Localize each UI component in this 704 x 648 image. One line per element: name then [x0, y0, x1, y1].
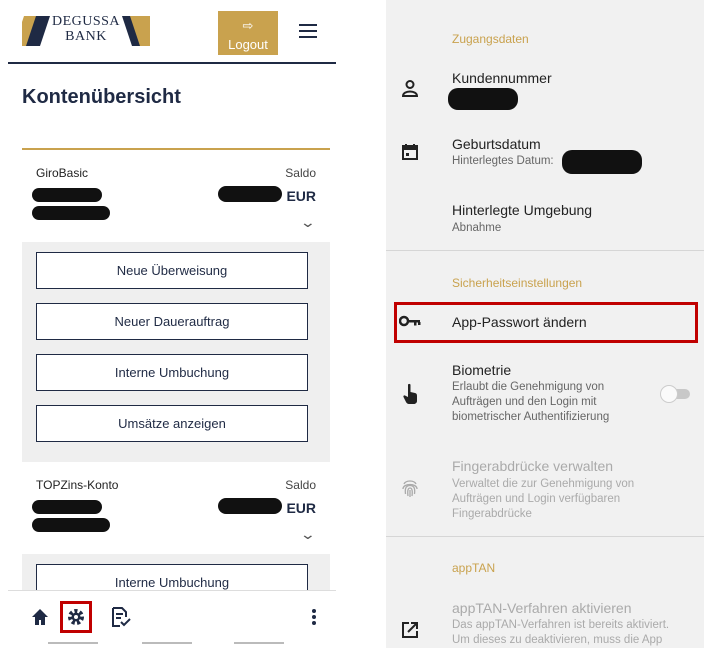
show-transactions-button[interactable]: Umsätze anzeigen [36, 405, 308, 442]
environment-label: Hinterlegte Umgebung [452, 202, 593, 218]
page-title: Kontenübersicht [22, 86, 181, 108]
divider [386, 250, 704, 251]
biometrics-label: Biometrie [452, 362, 512, 378]
open-external-icon [398, 618, 422, 642]
apptan-desc-1: Das appTAN-Verfahren ist bereits aktivie… [452, 619, 670, 631]
section-header-access: Zugangsdaten [452, 32, 529, 46]
bottom-navigation [8, 590, 336, 648]
document-check-icon[interactable] [104, 601, 136, 633]
logo-line-2: BANK [65, 29, 107, 44]
apptan-desc-2: Um dieses zu deaktivieren, muss die App [452, 634, 663, 646]
gear-icon[interactable] [60, 601, 92, 633]
logo-line-1: DEGUSSA [51, 14, 121, 29]
redacted-balance [218, 498, 282, 514]
nav-indicator [234, 642, 284, 644]
biometrics-desc-2: Aufträgen und den Login mit [452, 396, 597, 408]
account-name: GiroBasic [36, 166, 89, 180]
fingerprints-desc-3: Fingerabdrücke [452, 508, 532, 520]
nav-indicator [142, 642, 192, 644]
currency: EUR [286, 500, 316, 516]
currency: EUR [286, 188, 316, 204]
fingerprints-desc-1: Verwaltet die zur Genehmigung von [452, 478, 635, 490]
redacted-birthdate [562, 150, 642, 174]
saldo-label: Saldo [285, 478, 316, 492]
section-header-security: Sicherheitseinstellungen [452, 276, 583, 290]
birthdate-label: Geburtsdatum [452, 136, 541, 152]
nav-indicator [48, 642, 98, 644]
left-screen: DEGUSSA BANK ⇨ Logout Kontenübersicht Gi… [8, 0, 336, 648]
apptan-activate-label: appTAN-Verfahren aktivieren [452, 600, 632, 616]
divider [22, 148, 330, 150]
internal-transfer-button[interactable]: Interne Umbuchung [36, 354, 308, 391]
calendar-icon [398, 140, 422, 164]
birthdate-sub: Hinterlegtes Datum: [452, 155, 554, 167]
bank-logo: DEGUSSA BANK [14, 10, 160, 52]
account-card-girobasic[interactable]: GiroBasic Saldo EUR ⌄ [22, 152, 330, 242]
redacted-iban [32, 188, 102, 202]
customer-number-label: Kundennummer [452, 70, 552, 86]
person-icon [398, 76, 422, 100]
logout-icon: ⇨ [242, 18, 254, 33]
redacted-iban [32, 500, 102, 514]
right-screen: Zugangsdaten Kundennummer Geburtsdatum H… [386, 0, 704, 648]
saldo-label: Saldo [285, 166, 316, 180]
fingerprint-icon [398, 476, 422, 500]
chevron-down-icon[interactable]: ⌄ [300, 214, 316, 231]
logo-text: DEGUSSA BANK [50, 14, 122, 44]
biometrics-desc-3: biometrischer Authentifizierung [452, 411, 610, 423]
section-header-apptan: appTAN [452, 561, 496, 575]
logout-button[interactable]: ⇨ Logout [218, 11, 278, 55]
new-standing-order-button[interactable]: Neuer Dauerauftrag [36, 303, 308, 340]
more-vertical-icon[interactable] [312, 607, 320, 627]
redacted-iban [32, 518, 110, 532]
fingerprints-label: Fingerabdrücke verwalten [452, 458, 614, 474]
fingerprints-desc-2: Aufträgen und Login verfügbaren [452, 493, 621, 505]
account-actions: Neue Überweisung Neuer Dauerauftrag Inte… [22, 242, 330, 462]
divider [386, 536, 704, 537]
new-transfer-button[interactable]: Neue Überweisung [36, 252, 308, 289]
account-card-topzins[interactable]: TOPZins-Konto Saldo EUR ⌄ [22, 464, 330, 554]
touch-icon [398, 382, 422, 406]
redacted-customer-number [448, 88, 518, 110]
logout-label: Logout [228, 37, 268, 52]
hamburger-menu-icon[interactable] [296, 20, 320, 44]
top-bar: DEGUSSA BANK ⇨ Logout [8, 0, 336, 64]
redacted-iban [32, 206, 110, 220]
biometrics-toggle[interactable] [660, 385, 690, 403]
highlight-change-password [394, 302, 698, 343]
home-icon[interactable] [24, 601, 56, 633]
biometrics-desc-1: Erlaubt die Genehmigung von [452, 381, 605, 393]
redacted-balance [218, 186, 282, 202]
environment-sub: Abnahme [452, 222, 502, 234]
chevron-down-icon[interactable]: ⌄ [300, 526, 316, 543]
account-name: TOPZins-Konto [36, 478, 119, 492]
